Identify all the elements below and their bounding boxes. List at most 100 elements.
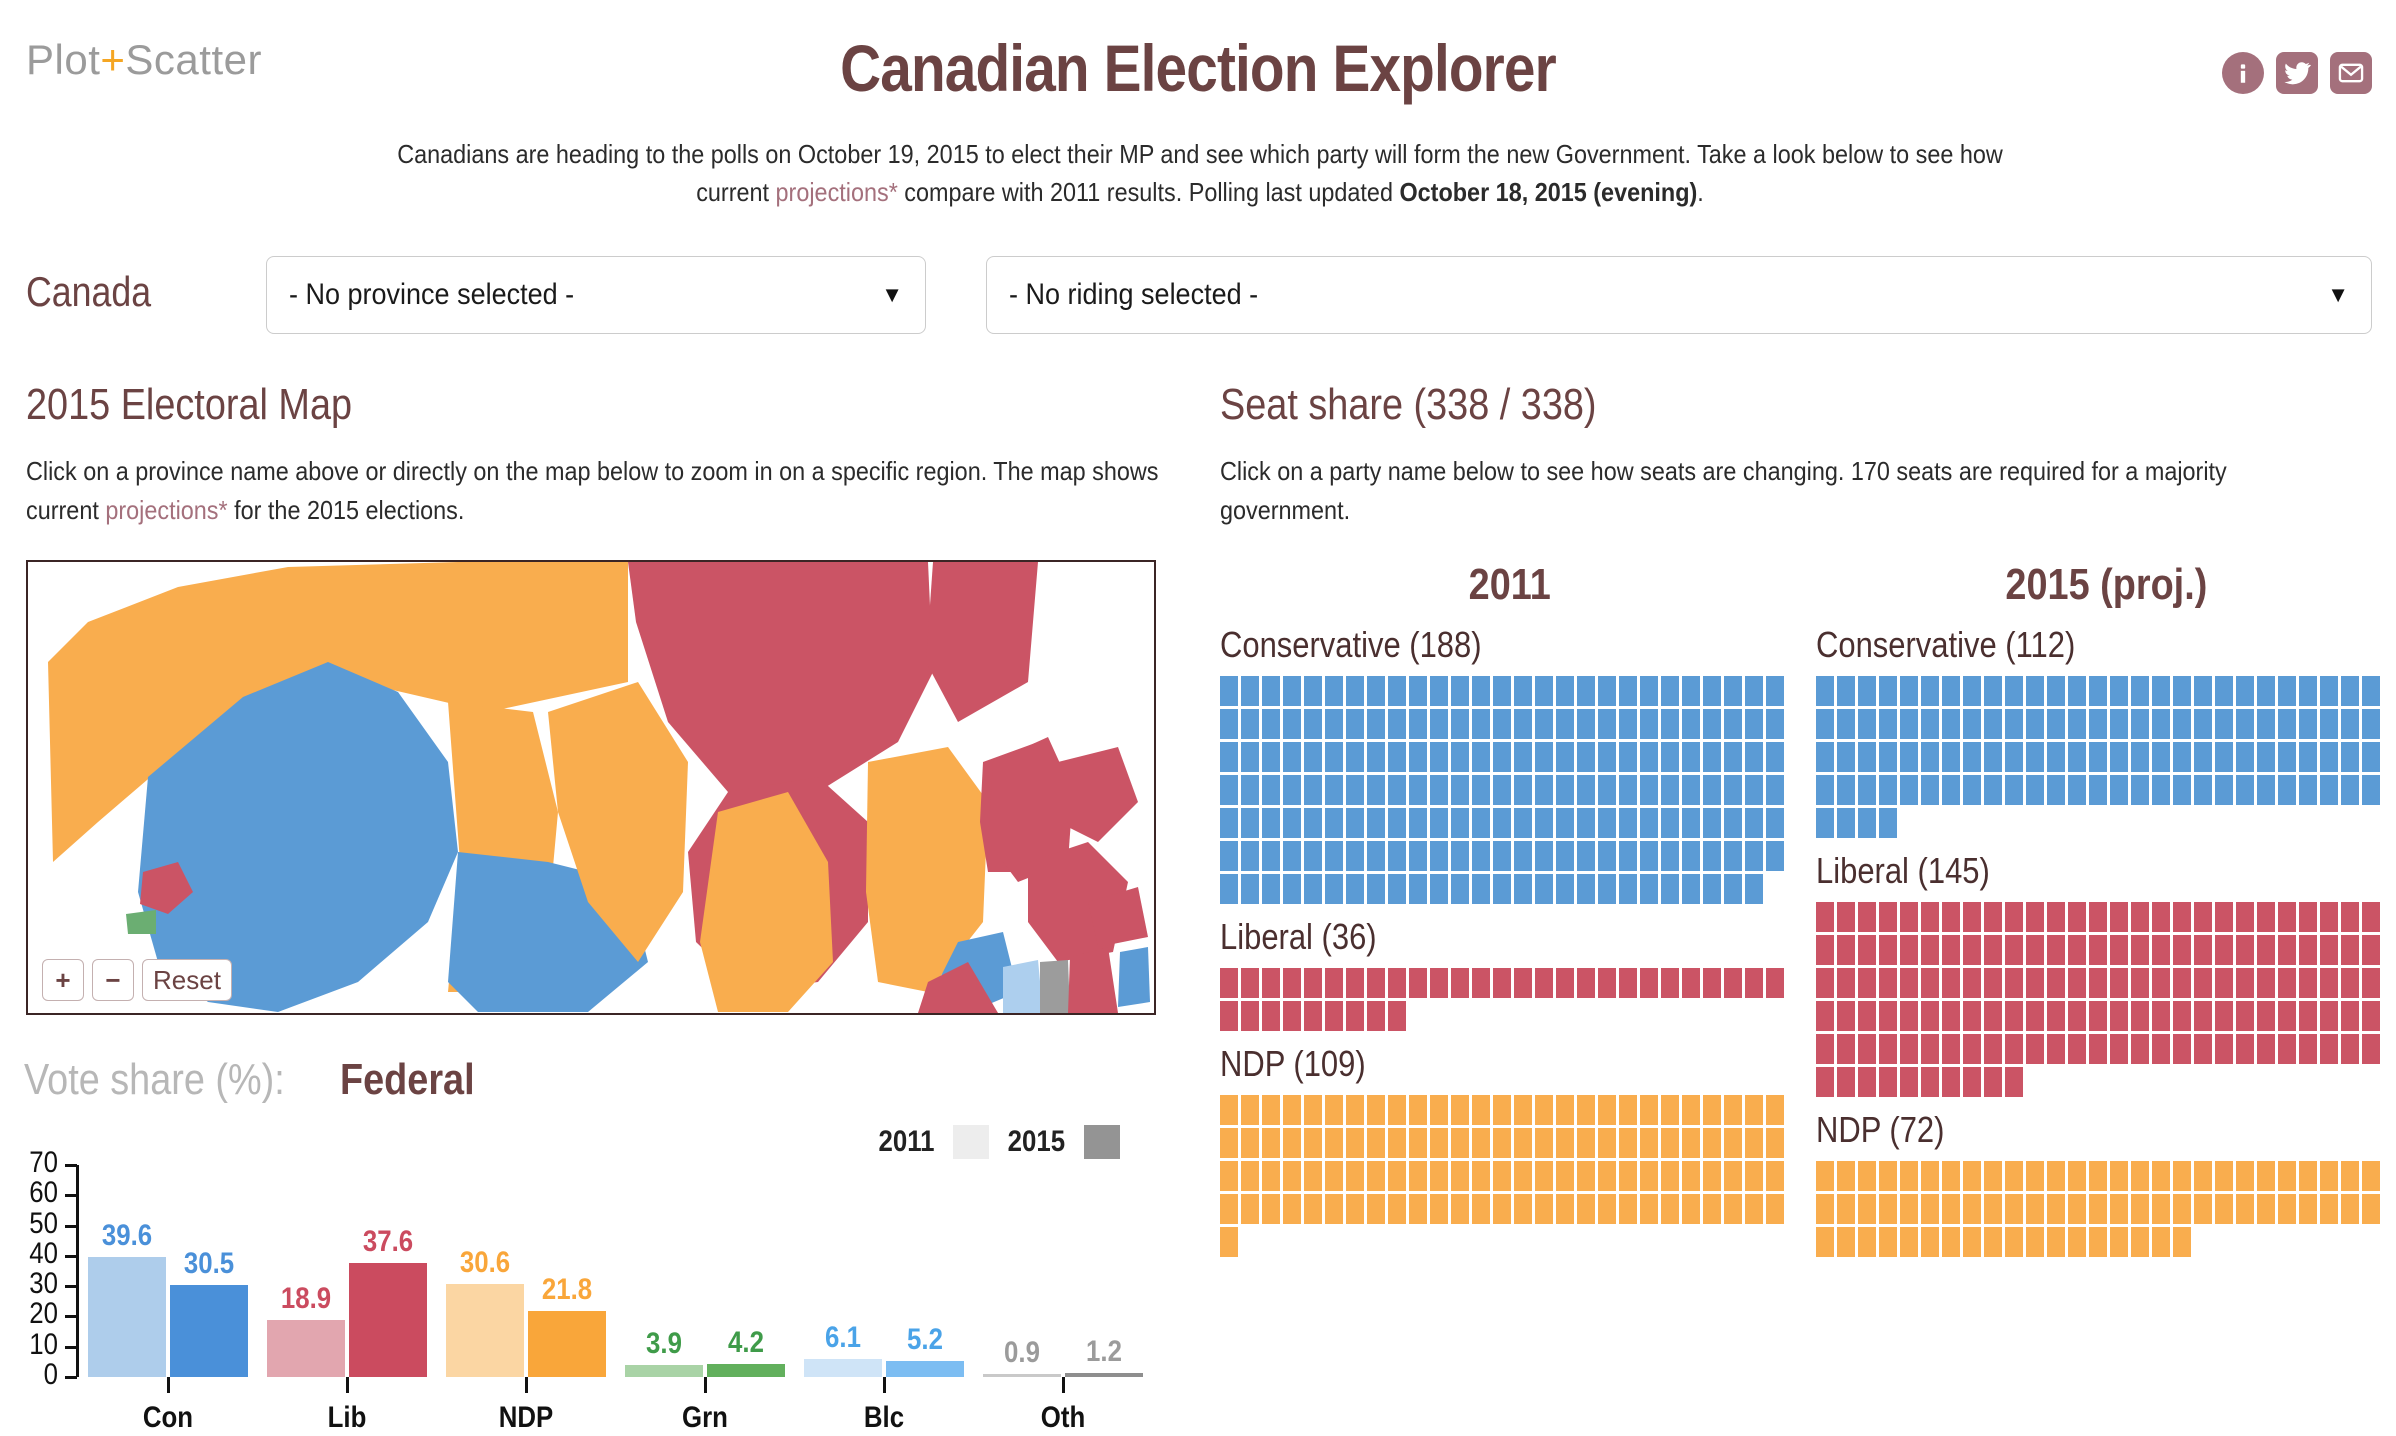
- seat-square[interactable]: [1921, 1227, 1939, 1257]
- seat-square[interactable]: [1682, 775, 1700, 805]
- seat-square[interactable]: [1325, 1161, 1343, 1191]
- seat-square[interactable]: [1472, 742, 1490, 772]
- seat-square[interactable]: [1640, 1194, 1658, 1224]
- seat-square[interactable]: [1984, 709, 2002, 739]
- seat-square[interactable]: [1703, 709, 1721, 739]
- seat-square[interactable]: [1984, 1161, 2002, 1191]
- seat-square[interactable]: [1472, 709, 1490, 739]
- seat-square[interactable]: [1577, 1095, 1595, 1125]
- seat-square[interactable]: [1619, 709, 1637, 739]
- seat-square[interactable]: [1682, 676, 1700, 706]
- seat-square[interactable]: [2047, 1161, 2065, 1191]
- seat-square[interactable]: [1388, 841, 1406, 871]
- seat-square[interactable]: [2257, 676, 2275, 706]
- seat-square[interactable]: [2341, 1194, 2359, 1224]
- seat-square[interactable]: [1346, 742, 1364, 772]
- seat-square[interactable]: [1900, 968, 1918, 998]
- seat-square[interactable]: [2005, 1001, 2023, 1031]
- seat-square[interactable]: [2131, 742, 2149, 772]
- seat-square[interactable]: [2236, 676, 2254, 706]
- seat-square[interactable]: [1283, 1001, 1301, 1031]
- seat-square[interactable]: [1921, 709, 1939, 739]
- seat-square[interactable]: [1388, 1128, 1406, 1158]
- seat-square[interactable]: [1220, 775, 1238, 805]
- seat-square[interactable]: [1388, 775, 1406, 805]
- chart-bar[interactable]: [445, 1284, 524, 1377]
- seat-square[interactable]: [2152, 709, 2170, 739]
- zoom-in-button[interactable]: +: [42, 959, 84, 1001]
- seat-square[interactable]: [1409, 808, 1427, 838]
- seat-square[interactable]: [1816, 676, 1834, 706]
- seat-square[interactable]: [1724, 775, 1742, 805]
- seat-square[interactable]: [1921, 742, 1939, 772]
- seat-square[interactable]: [2152, 968, 2170, 998]
- seat-square[interactable]: [1837, 742, 1855, 772]
- seat-square[interactable]: [1367, 1095, 1385, 1125]
- seat-square[interactable]: [2110, 1161, 2128, 1191]
- seat-square[interactable]: [1388, 676, 1406, 706]
- seat-square[interactable]: [1640, 775, 1658, 805]
- seat-square[interactable]: [1640, 808, 1658, 838]
- seat-square[interactable]: [1745, 709, 1763, 739]
- seat-square[interactable]: [1858, 968, 1876, 998]
- seat-square[interactable]: [1942, 1194, 1960, 1224]
- seat-square[interactable]: [1598, 1194, 1616, 1224]
- seat-square[interactable]: [1984, 676, 2002, 706]
- seat-square[interactable]: [2194, 935, 2212, 965]
- seat-square[interactable]: [1556, 841, 1574, 871]
- seat-square[interactable]: [1766, 808, 1784, 838]
- seat-square[interactable]: [1514, 874, 1532, 904]
- seat-square[interactable]: [1472, 775, 1490, 805]
- seat-square[interactable]: [2257, 709, 2275, 739]
- seat-square[interactable]: [1430, 1194, 1448, 1224]
- seat-square[interactable]: [1703, 968, 1721, 998]
- seat-square[interactable]: [1388, 808, 1406, 838]
- seat-square[interactable]: [1682, 1194, 1700, 1224]
- seat-square[interactable]: [2068, 742, 2086, 772]
- seat-square[interactable]: [1367, 968, 1385, 998]
- seat-square[interactable]: [2299, 1034, 2317, 1064]
- seat-square[interactable]: [2236, 742, 2254, 772]
- seat-square[interactable]: [1472, 1128, 1490, 1158]
- seat-square[interactable]: [1304, 841, 1322, 871]
- seat-square[interactable]: [2068, 1034, 2086, 1064]
- seat-square[interactable]: [1900, 676, 1918, 706]
- seat-square[interactable]: [2173, 742, 2191, 772]
- seat-square[interactable]: [2257, 968, 2275, 998]
- seat-square[interactable]: [1640, 1128, 1658, 1158]
- seat-square[interactable]: [2068, 1227, 2086, 1257]
- seat-square[interactable]: [1963, 709, 1981, 739]
- seat-square[interactable]: [1577, 709, 1595, 739]
- seat-square[interactable]: [1346, 1128, 1364, 1158]
- seat-square[interactable]: [2362, 676, 2380, 706]
- seat-square[interactable]: [1304, 874, 1322, 904]
- seat-square[interactable]: [1409, 1128, 1427, 1158]
- seat-square[interactable]: [1262, 968, 1280, 998]
- seat-square[interactable]: [1241, 1194, 1259, 1224]
- seat-square[interactable]: [2152, 1001, 2170, 1031]
- seat-square[interactable]: [2194, 709, 2212, 739]
- seat-square[interactable]: [2047, 935, 2065, 965]
- seat-square[interactable]: [1241, 1161, 1259, 1191]
- seat-square[interactable]: [2047, 676, 2065, 706]
- seat-square[interactable]: [1241, 968, 1259, 998]
- seat-square[interactable]: [1900, 1194, 1918, 1224]
- seat-square[interactable]: [1472, 808, 1490, 838]
- seat-square[interactable]: [2026, 1001, 2044, 1031]
- seat-square[interactable]: [1921, 676, 1939, 706]
- seat-square[interactable]: [1963, 1194, 1981, 1224]
- seat-square[interactable]: [1879, 1161, 1897, 1191]
- seat-square[interactable]: [1493, 968, 1511, 998]
- seat-square[interactable]: [1661, 676, 1679, 706]
- seat-square[interactable]: [1661, 1194, 1679, 1224]
- seat-square[interactable]: [2152, 902, 2170, 932]
- seat-square[interactable]: [1325, 1095, 1343, 1125]
- seat-square[interactable]: [2320, 775, 2338, 805]
- seat-square[interactable]: [1942, 742, 1960, 772]
- seat-square[interactable]: [1745, 1128, 1763, 1158]
- seat-square[interactable]: [2320, 676, 2338, 706]
- seat-square[interactable]: [1598, 1095, 1616, 1125]
- seat-square[interactable]: [2173, 902, 2191, 932]
- seat-square[interactable]: [1858, 1001, 1876, 1031]
- seat-square[interactable]: [2173, 1034, 2191, 1064]
